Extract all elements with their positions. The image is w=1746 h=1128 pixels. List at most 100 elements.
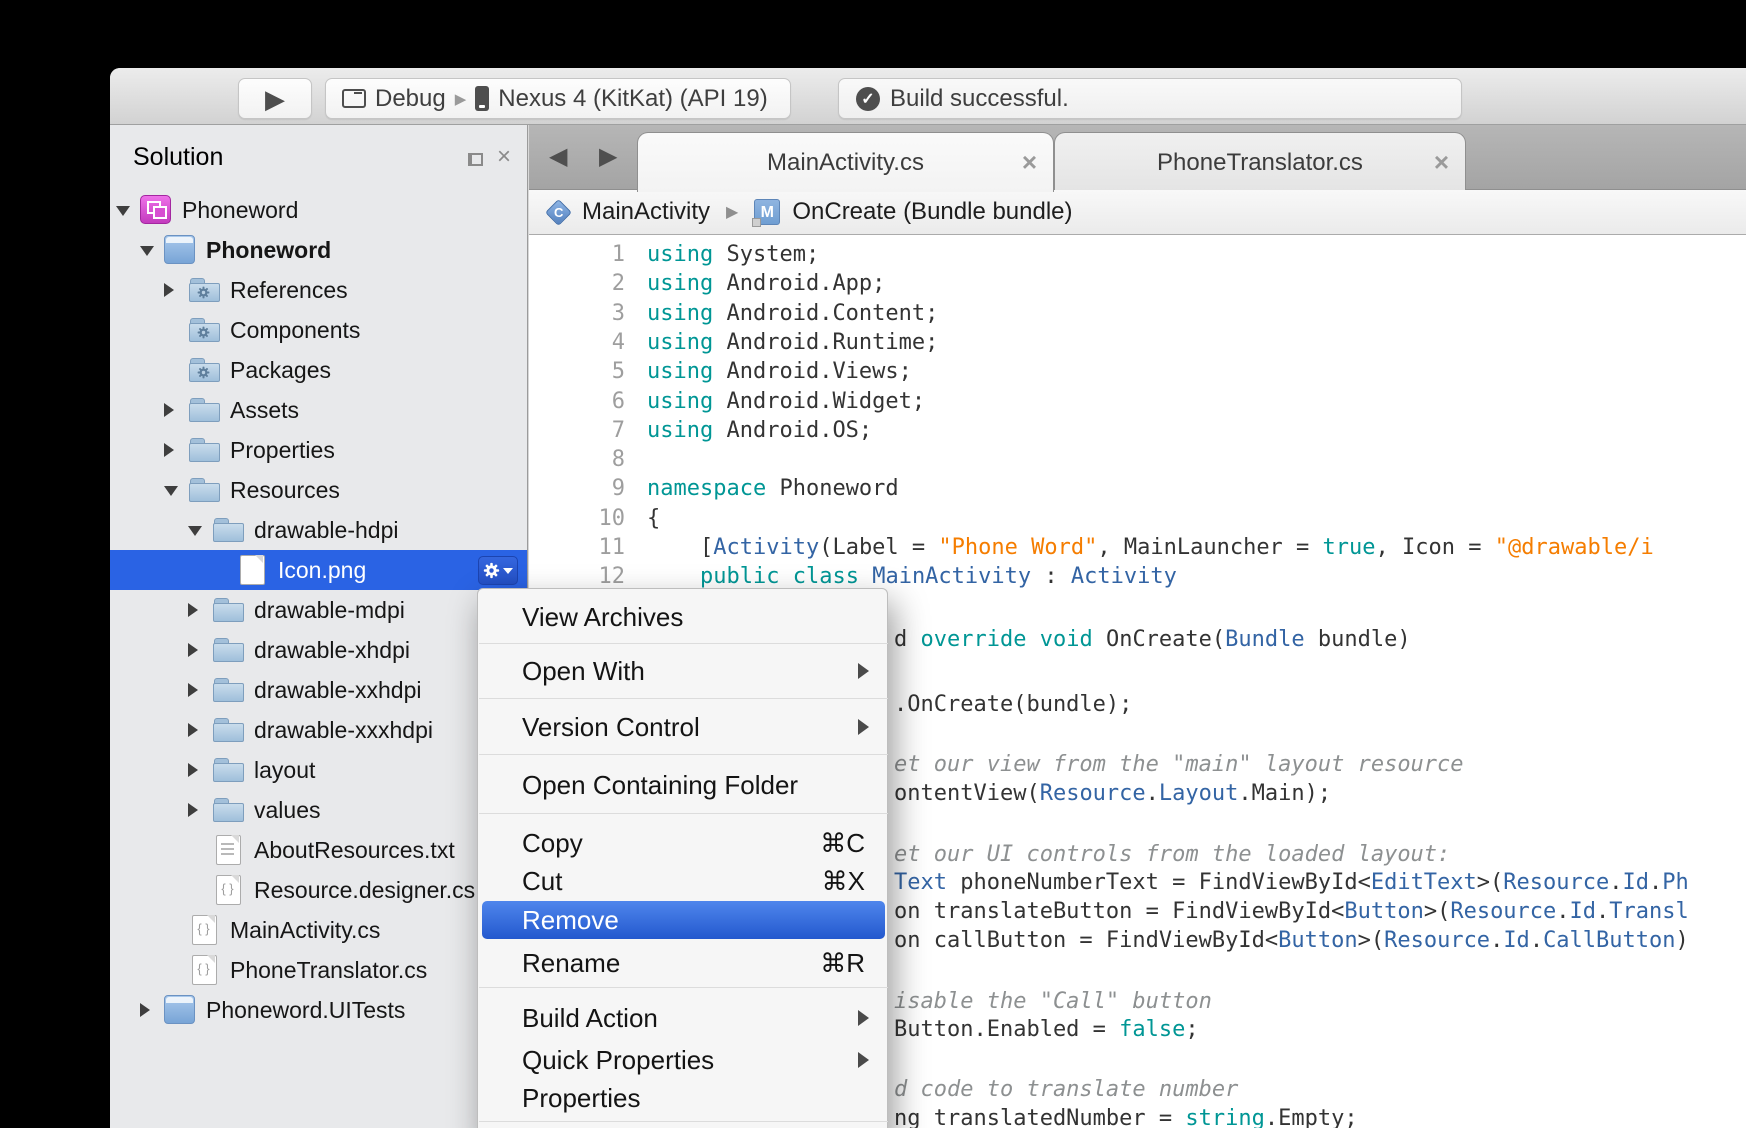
navigate-back-icon[interactable]: ◀ [549, 142, 567, 171]
build-target-control[interactable]: Debug ▶ Nexus 4 (KitKat) (API 19) [325, 78, 791, 119]
tree-item-label: drawable-mdpi [254, 590, 405, 630]
tree-item-aboutresources-txt[interactable]: AboutResources.txt [110, 830, 528, 870]
expand-arrow-icon[interactable] [188, 723, 198, 737]
folder-icon [212, 595, 243, 624]
menu-item-version-control[interactable]: Version Control [482, 707, 885, 747]
item-options-gear-button[interactable] [478, 556, 518, 585]
line-number: 10 [529, 504, 625, 533]
expand-arrow-icon[interactable] [164, 443, 174, 457]
folder-icon [212, 515, 243, 544]
expand-arrow-icon[interactable] [188, 763, 198, 777]
tree-item-values[interactable]: values [110, 790, 528, 830]
tree-item-label: AboutResources.txt [254, 830, 455, 870]
menu-item-open-containing-folder[interactable]: Open Containing Folder [482, 765, 885, 805]
solution-pad-header: Solution × [110, 125, 527, 185]
navigate-forward-icon[interactable]: ▶ [599, 142, 617, 171]
expand-arrow-icon[interactable] [164, 403, 174, 417]
status-bar: ✓ Build successful. [838, 78, 1462, 119]
folder-icon [212, 795, 243, 824]
tree-item-icon-png[interactable]: Icon.png [110, 550, 528, 590]
line-number: 1 [529, 240, 625, 269]
collapse-arrow-icon[interactable] [164, 486, 178, 496]
folder-icon [212, 675, 243, 704]
tree-item-phoneword[interactable]: Phoneword [110, 190, 528, 230]
code-fragment: ng translatedNumber = string.Empty; [894, 1104, 1358, 1128]
folder-icon [212, 755, 243, 784]
collapse-arrow-icon[interactable] [188, 526, 202, 536]
code-line: 3using Android.Content; [529, 299, 938, 328]
menu-shortcut: ⌘C [820, 828, 865, 859]
expand-arrow-icon[interactable] [188, 643, 198, 657]
tab-mainactivity[interactable]: MainActivity.cs × [637, 132, 1054, 192]
solution-icon [140, 195, 171, 224]
chevron-right-icon: ▶ [455, 90, 467, 108]
tree-item-properties[interactable]: Properties [110, 430, 528, 470]
menu-item-build-action[interactable]: Build Action [482, 999, 885, 1037]
tree-item-drawable-xxhdpi[interactable]: drawable-xxhdpi [110, 670, 528, 710]
menu-item-cut[interactable]: Cut⌘X [482, 862, 885, 900]
menu-item-label: Build Action [522, 1003, 658, 1034]
file-icon [236, 555, 267, 584]
expand-arrow-icon[interactable] [188, 603, 198, 617]
menu-item-open-with[interactable]: Open With [482, 651, 885, 691]
tree-item-mainactivity-cs[interactable]: { }MainActivity.cs [110, 910, 528, 950]
close-pad-icon[interactable]: × [497, 143, 511, 171]
menu-item-rename[interactable]: Rename⌘R [482, 944, 885, 982]
expand-arrow-icon[interactable] [164, 283, 174, 297]
breadcrumb-class[interactable]: MainActivity [582, 198, 710, 226]
tree-item-resource-designer-cs[interactable]: { }Resource.designer.cs [110, 870, 528, 910]
tree-item-drawable-xhdpi[interactable]: drawable-xhdpi [110, 630, 528, 670]
collapse-arrow-icon[interactable] [116, 206, 130, 216]
tree-item-drawable-mdpi[interactable]: drawable-mdpi [110, 590, 528, 630]
chevron-right-icon: ▶ [726, 202, 738, 222]
tree-item-packages[interactable]: Packages [110, 350, 528, 390]
menu-item-quick-properties[interactable]: Quick Properties [482, 1041, 885, 1079]
class-icon: C [545, 199, 572, 226]
tree-item-label: drawable-xxxhdpi [254, 710, 433, 750]
tree-item-assets[interactable]: Assets [110, 390, 528, 430]
tree-item-label: Phoneword [206, 230, 331, 270]
tree-item-phoneword-uitests[interactable]: Phoneword.UITests [110, 990, 528, 1030]
close-icon[interactable]: × [1434, 147, 1449, 178]
foldergear-icon [188, 315, 219, 344]
expand-arrow-icon[interactable] [140, 1003, 150, 1017]
tree-item-references[interactable]: References [110, 270, 528, 310]
tree-item-phonetranslator-cs[interactable]: { }PhoneTranslator.cs [110, 950, 528, 990]
menu-separator [479, 987, 888, 988]
close-icon[interactable]: × [1022, 147, 1037, 178]
context-menu: View Archives Open With Version Control Ope… [477, 588, 888, 1128]
tree-item-phoneword[interactable]: Phoneword [110, 230, 528, 270]
tree-item-label: Packages [230, 350, 331, 390]
method-icon: M [754, 199, 780, 225]
menu-item-copy[interactable]: Copy⌘C [482, 824, 885, 862]
line-number: 4 [529, 328, 625, 357]
tree-item-layout[interactable]: layout [110, 750, 528, 790]
folder-icon [188, 475, 219, 504]
dock-pad-icon[interactable] [468, 153, 483, 166]
expand-arrow-icon[interactable] [188, 683, 198, 697]
tab-phonetranslator[interactable]: PhoneTranslator.cs × [1054, 132, 1466, 192]
menu-item-label: Cut [522, 866, 562, 897]
run-button[interactable]: ▶ [238, 78, 312, 119]
code-fragment: Button.Enabled = false; [894, 1015, 1199, 1044]
expand-arrow-icon[interactable] [188, 803, 198, 817]
code-line: 1using System; [529, 240, 819, 269]
solution-pad-title: Solution [133, 143, 223, 172]
dropdown-caret-icon [503, 568, 513, 574]
tree-item-components[interactable]: Components [110, 310, 528, 350]
configuration-label[interactable]: Debug [375, 85, 446, 113]
menu-item-label: Quick Properties [522, 1045, 714, 1076]
collapse-arrow-icon[interactable] [140, 246, 154, 256]
tree-item-drawable-hdpi[interactable]: drawable-hdpi [110, 510, 528, 550]
menu-item-view-archives[interactable]: View Archives [482, 597, 885, 637]
breadcrumb-method[interactable]: OnCreate (Bundle bundle) [792, 198, 1072, 226]
line-number: 3 [529, 299, 625, 328]
tree-item-drawable-xxxhdpi[interactable]: drawable-xxxhdpi [110, 710, 528, 750]
menu-item-properties[interactable]: Properties [482, 1079, 885, 1117]
editor-tab-bar: ◀ ▶ MainActivity.cs × PhoneTranslator.cs… [529, 125, 1746, 190]
menu-item-remove[interactable]: Remove [482, 901, 885, 939]
tree-item-resources[interactable]: Resources [110, 470, 528, 510]
device-label[interactable]: Nexus 4 (KitKat) (API 19) [498, 85, 767, 113]
line-number: 5 [529, 357, 625, 386]
code-fragment: et our view from the "main" layout resou… [894, 750, 1464, 779]
